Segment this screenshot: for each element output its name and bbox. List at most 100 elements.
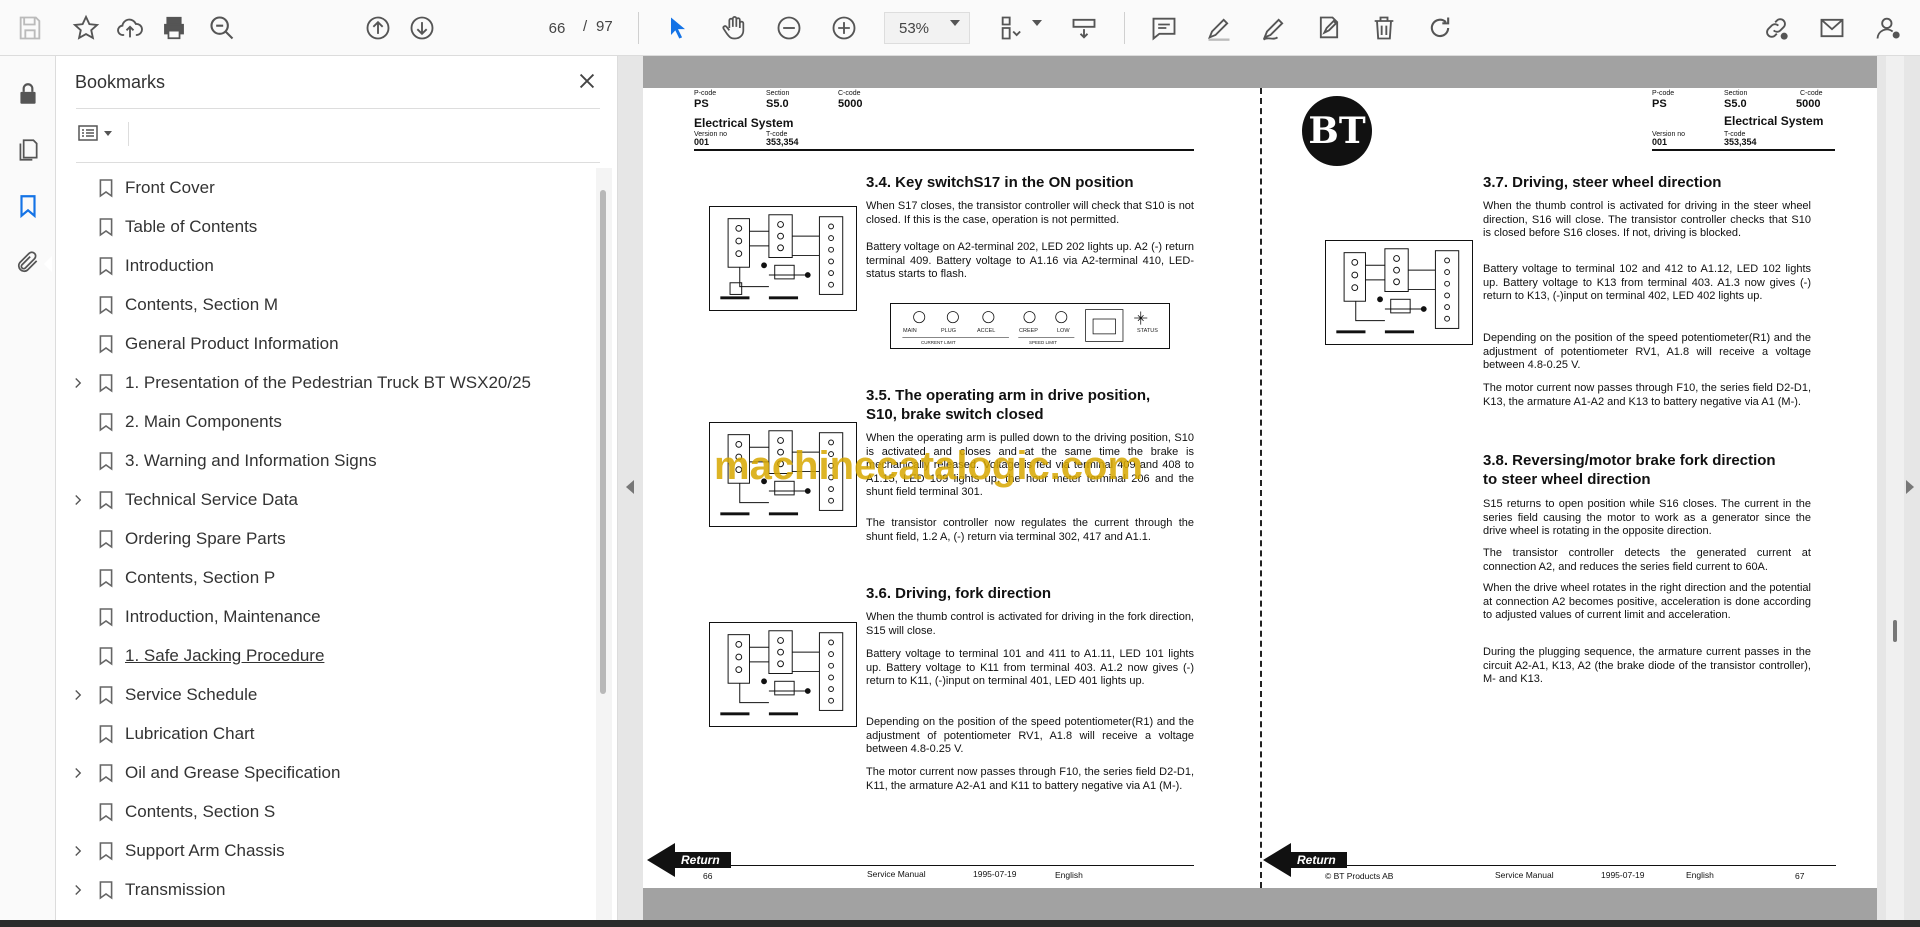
header-section: S5.0 (766, 98, 789, 110)
attachment-paperclip-icon[interactable] (12, 246, 44, 278)
print-icon[interactable] (158, 12, 190, 44)
zoom-in-icon[interactable] (828, 12, 860, 44)
account-user-icon[interactable] (1872, 12, 1904, 44)
star-icon[interactable] (70, 12, 102, 44)
redo-rotate-icon[interactable] (1424, 12, 1456, 44)
upload-cloud-icon[interactable] (114, 12, 146, 44)
page-thumbnails-icon[interactable] (12, 134, 44, 166)
chevron-right-icon[interactable] (70, 375, 86, 391)
bookmark-item[interactable]: Introduction (56, 248, 596, 284)
bookmark-item[interactable]: Support Arm Chassis (56, 833, 596, 869)
lock-icon[interactable] (12, 78, 44, 110)
previous-page-arrow-icon[interactable] (626, 480, 634, 494)
main-toolbar: / 97 53% (0, 0, 1920, 56)
bookmark-item[interactable]: Table of Contents (56, 209, 596, 245)
bookmark-item[interactable]: Ordering Spare Parts (56, 521, 596, 557)
page-number-input[interactable] (537, 12, 577, 44)
zoom-level-select[interactable]: 53% (884, 12, 970, 44)
next-page-arrow-icon[interactable] (1906, 480, 1914, 494)
bookmark-icon (96, 332, 116, 356)
chevron-down-icon[interactable] (1032, 20, 1042, 26)
bookmark-item[interactable]: 3. Warning and Information Signs (56, 443, 596, 479)
bookmark-icon (96, 293, 116, 317)
list-options-icon (78, 125, 98, 141)
scroll-mode-icon[interactable] (1068, 12, 1100, 44)
bookmark-label: Oil and Grease Specification (125, 763, 341, 782)
bookmark-item[interactable]: Lubrication Chart (56, 716, 596, 752)
page-67: BT P-code PS Section S5.0 C-code 5000 El… (1260, 56, 1877, 920)
bookmark-item[interactable]: 1. Safe Jacking Procedure (56, 638, 596, 674)
header-ccode: 5000 (1796, 98, 1821, 110)
header-title: Electrical System (694, 116, 794, 130)
draw-pen-icon[interactable] (1258, 12, 1290, 44)
bookmark-label: Contents, Section P (125, 568, 276, 587)
bookmark-item[interactable]: General Product Information (56, 326, 596, 362)
bookmark-label: 1. Presentation of the Pedestrian Truck … (125, 373, 532, 392)
bookmark-icon (96, 371, 116, 395)
next-page-icon[interactable] (406, 12, 438, 44)
zoom-search-icon[interactable] (206, 12, 238, 44)
bookmark-label: General Product Information (125, 334, 339, 353)
bookmark-icon (96, 527, 116, 551)
previous-page-icon[interactable] (362, 12, 394, 44)
bookmark-label: 1. Safe Jacking Procedure (125, 646, 325, 665)
highlight-pen-icon[interactable] (1203, 12, 1235, 44)
edit-document-icon[interactable] (1313, 12, 1345, 44)
email-icon[interactable] (1816, 12, 1848, 44)
bookmark-item[interactable]: 1. Presentation of the Pedestrian Truck … (56, 365, 596, 401)
bookmark-item[interactable]: Contents, Section M (56, 287, 596, 323)
bookmark-icon (96, 722, 116, 746)
bookmark-label: Introduction, Maintenance (125, 607, 321, 626)
section-3-6-title: 3.6. Driving, fork direction (866, 585, 1052, 602)
hand-tool-icon[interactable] (718, 12, 750, 44)
controller-diagram (1325, 240, 1473, 345)
bookmark-item[interactable]: Contents, Section S (56, 794, 596, 830)
bookmark-scroll-thumb[interactable] (600, 190, 606, 694)
bookmark-item[interactable]: Transmission (56, 872, 596, 908)
chevron-right-icon[interactable] (70, 843, 86, 859)
bt-logo: BT (1302, 96, 1372, 166)
save-icon[interactable] (14, 12, 46, 44)
document-scroll-thumb[interactable] (1893, 620, 1897, 642)
bookmark-list: Front Cover Table of Contents Introduction… (56, 168, 596, 920)
watermark-text: machinecatalogic.com (714, 444, 1144, 488)
bookmark-item[interactable]: Oil and Grease Specification (56, 755, 596, 791)
bookmark-icon (96, 761, 116, 785)
bookmark-options-button[interactable] (76, 118, 124, 148)
document-scrollbar[interactable] (1886, 56, 1904, 920)
header-pcode: PS (694, 98, 709, 110)
bookmarks-panel: Bookmarks Front Cover Table of Contents In… (56, 56, 618, 920)
bookmark-icon (96, 254, 116, 278)
section-3-7-title: 3.7. Driving, steer wheel direction (1483, 174, 1722, 191)
bookmark-item[interactable]: Service Schedule (56, 677, 596, 713)
bookmark-item[interactable]: Front Cover (56, 170, 596, 206)
bookmark-icon (96, 605, 116, 629)
return-button[interactable]: Return (647, 843, 733, 877)
chevron-right-icon[interactable] (70, 687, 86, 703)
bookmark-item[interactable]: 2. Main Components (56, 404, 596, 440)
bookmark-icon (96, 800, 116, 824)
bookmark-icon (96, 683, 116, 707)
controller-panel-strip: MAIN PLUG ACCEL CREEP LOW STATUS CURRENT… (890, 303, 1170, 349)
bookmark-icon[interactable] (12, 190, 44, 222)
comment-icon[interactable] (1148, 12, 1180, 44)
page-layout-icon[interactable] (996, 12, 1028, 44)
controller-diagram (709, 622, 857, 727)
chevron-right-icon[interactable] (70, 492, 86, 508)
bookmark-label: Table of Contents (125, 217, 258, 236)
bookmark-item[interactable]: Technical Service Data (56, 482, 596, 518)
close-icon[interactable] (572, 66, 602, 96)
delete-trash-icon[interactable] (1368, 12, 1400, 44)
chevron-down-icon[interactable] (950, 20, 960, 26)
select-cursor-icon[interactable] (662, 12, 694, 44)
zoom-out-icon[interactable] (773, 12, 805, 44)
bookmark-item[interactable]: Contents, Section P (56, 560, 596, 596)
chevron-right-icon[interactable] (70, 765, 86, 781)
bookmark-icon (96, 644, 116, 668)
section-3-4-title: 3.4. Key switchS17 in the ON position (866, 174, 1134, 191)
bookmark-item[interactable]: Introduction, Maintenance (56, 599, 596, 635)
chevron-right-icon[interactable] (70, 882, 86, 898)
share-link-icon[interactable] (1760, 12, 1792, 44)
header-title: Electrical System (1724, 114, 1824, 128)
bookmark-label: Service Schedule (125, 685, 258, 704)
